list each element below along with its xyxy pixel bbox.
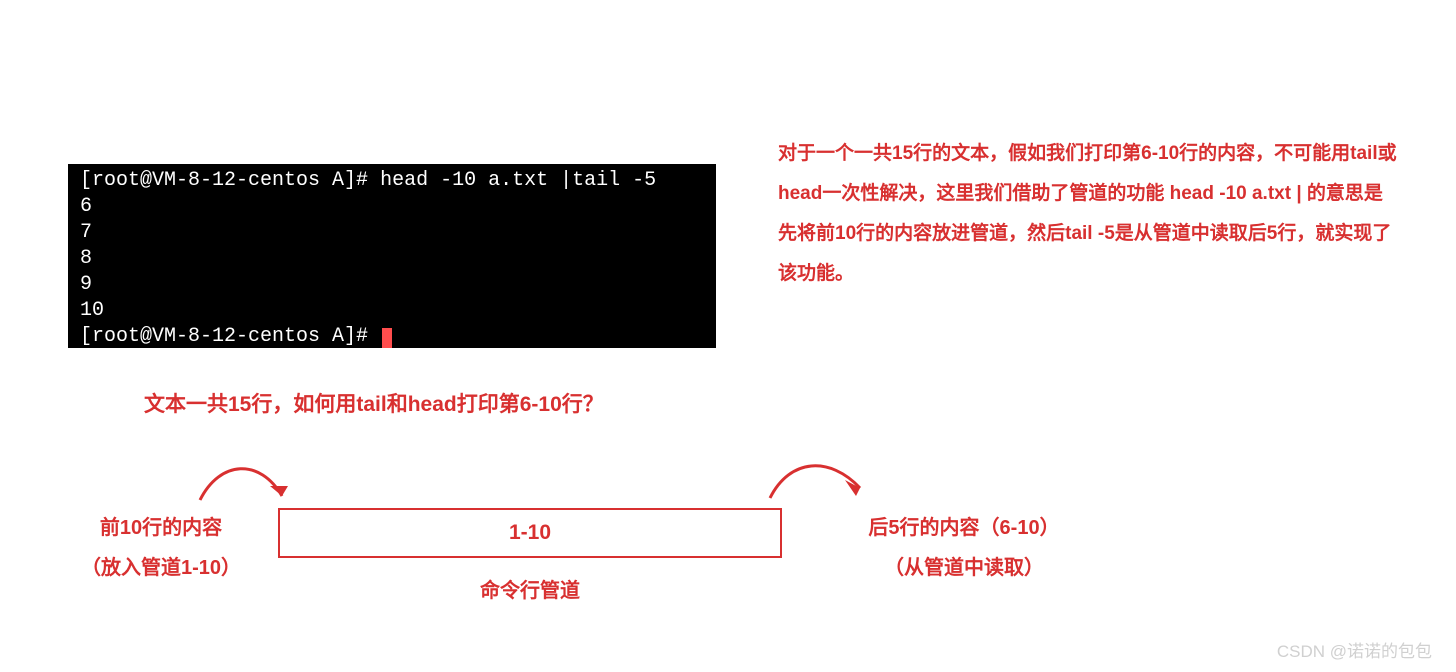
left-annotation: 前10行的内容 （放入管道1-10）	[46, 508, 276, 588]
terminal-prompt: [root@VM-8-12-centos A]#	[80, 169, 380, 192]
explanation-text: 对于一个一共15行的文本，假如我们打印第6-10行的内容，不可能用tail或he…	[778, 134, 1398, 294]
right-annotation: 后5行的内容（6-10） （从管道中读取）	[834, 508, 1094, 588]
terminal-output: 9	[80, 272, 704, 298]
terminal-line-cmd: [root@VM-8-12-centos A]# head -10 a.txt …	[80, 168, 704, 194]
terminal-prompt: [root@VM-8-12-centos A]#	[80, 325, 380, 348]
right-annotation-line2: （从管道中读取）	[834, 548, 1094, 588]
terminal-line-prompt: [root@VM-8-12-centos A]#	[80, 324, 704, 350]
watermark-text: CSDN @诺诺的包包	[1277, 637, 1432, 662]
terminal-output: 10	[80, 298, 704, 324]
terminal-output: 8	[80, 246, 704, 272]
pipe-box: 1-10	[278, 508, 782, 558]
pipe-label: 命令行管道	[278, 574, 782, 603]
terminal-output: 7	[80, 220, 704, 246]
right-annotation-line1: 后5行的内容（6-10）	[834, 508, 1094, 548]
cursor-icon	[382, 328, 392, 348]
terminal-output: 6	[80, 194, 704, 220]
left-annotation-line2: （放入管道1-10）	[46, 548, 276, 588]
pipe-content: 1-10	[509, 521, 551, 545]
terminal-window: [root@VM-8-12-centos A]# head -10 a.txt …	[68, 164, 716, 348]
question-text: 文本一共15行，如何用tail和head打印第6-10行？	[144, 388, 604, 418]
terminal-command: head -10 a.txt |tail -5	[380, 169, 656, 192]
